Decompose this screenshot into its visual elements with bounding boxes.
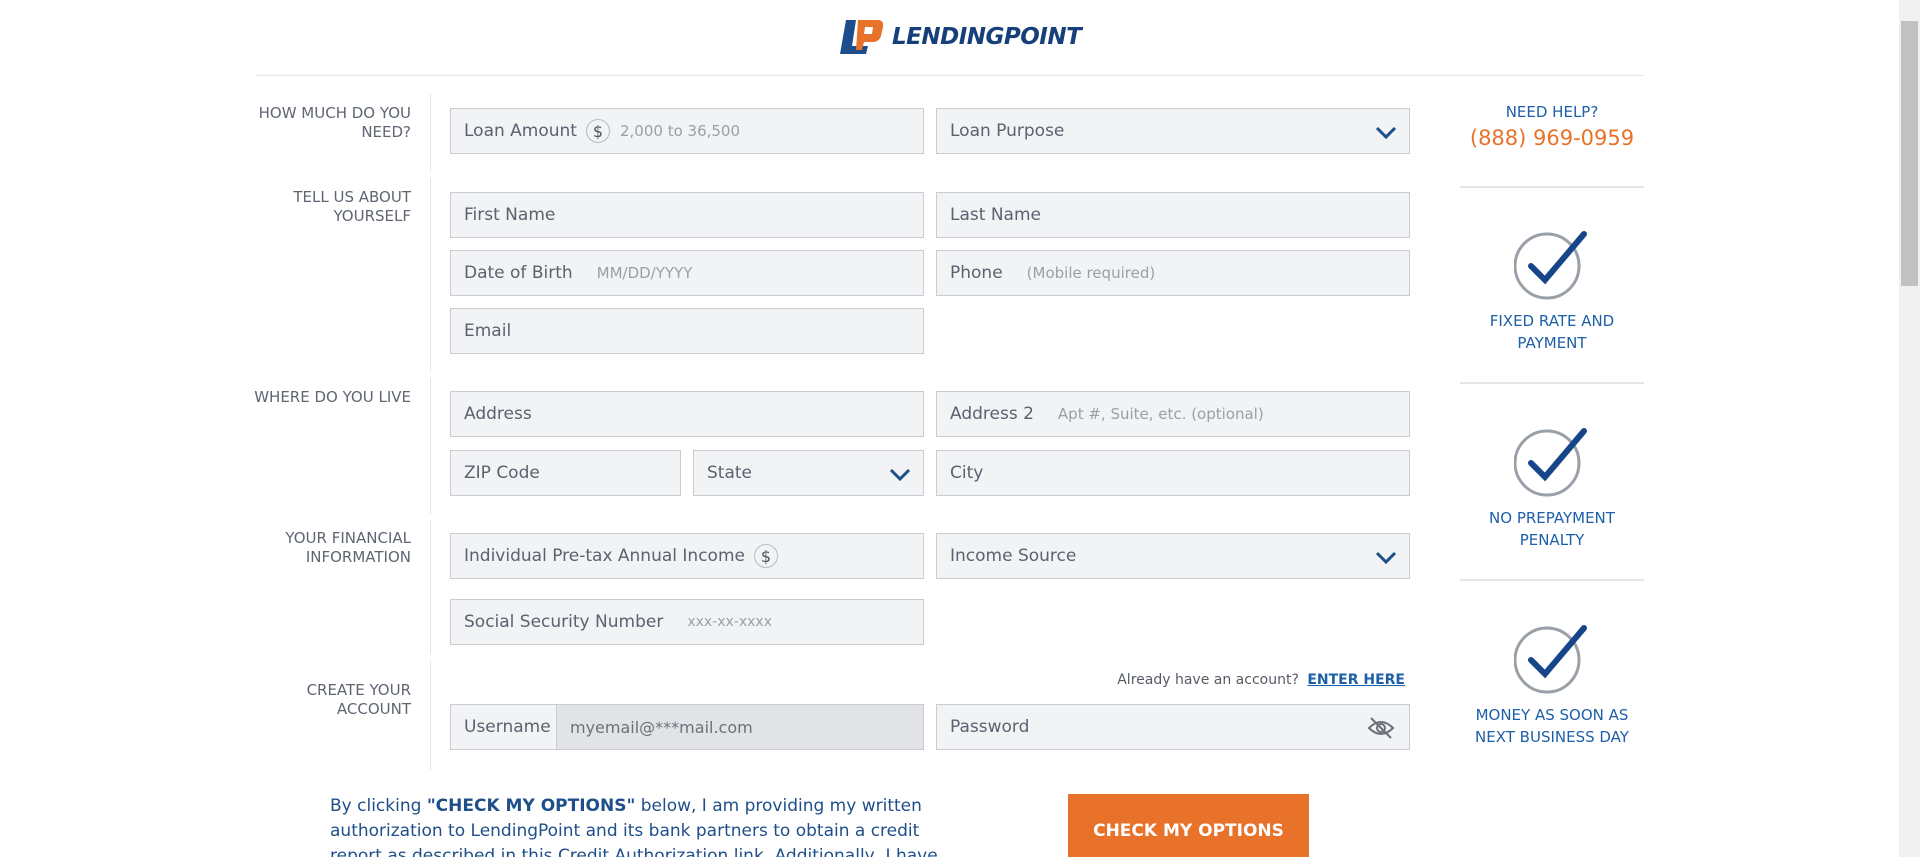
field-label: Username: [451, 705, 557, 749]
benefit-no-prepayment: NO PREPAYMENT PENALTY: [1460, 425, 1644, 551]
zip-input[interactable]: ZIP Code: [450, 450, 681, 496]
section-label-amount: HOW MUCH DO YOU NEED?: [258, 104, 411, 141]
need-help-title: NEED HELP?: [1505, 103, 1599, 121]
credit-authorization-text: By clicking "CHECK MY OPTIONS" below, I …: [330, 794, 960, 857]
email-input[interactable]: Email: [450, 308, 924, 354]
field-label: State: [707, 463, 752, 483]
benefit-label: NO PREPAYMENT PENALTY: [1489, 509, 1615, 549]
section-divider: [430, 378, 431, 514]
state-select[interactable]: State: [693, 450, 924, 496]
field-label: Income Source: [950, 546, 1077, 566]
field-label: Phone: [950, 263, 1003, 283]
check-my-options-button[interactable]: CHECK MY OPTIONS: [1068, 794, 1309, 857]
field-label: Last Name: [950, 205, 1041, 225]
sidebar-divider: [1460, 382, 1644, 384]
ssn-input[interactable]: Social Security Number xxx-xx-xxxx: [450, 599, 924, 645]
field-placeholder: xxx-xx-xxxx: [687, 614, 772, 630]
benefit-fast-money: MONEY AS SOON AS NEXT BUSINESS DAY: [1460, 622, 1644, 748]
address2-input[interactable]: Address 2 Apt #, Suite, etc. (optional): [936, 391, 1410, 437]
field-label: Email: [464, 321, 512, 341]
loan-purpose-select[interactable]: Loan Purpose: [936, 108, 1410, 154]
benefit-fixed-rate: FIXED RATE AND PAYMENT: [1460, 228, 1644, 354]
section-divider: [430, 94, 431, 172]
section-divider: [430, 178, 431, 372]
field-label: Date of Birth: [464, 263, 573, 283]
field-label: Password: [950, 717, 1030, 737]
username-field[interactable]: Username myemail@***mail.com: [450, 704, 924, 750]
income-input[interactable]: Individual Pre-tax Annual Income $: [450, 533, 924, 579]
section-label-about: TELL US ABOUT YOURSELF: [293, 188, 411, 225]
account-hint: Already have an account? ENTER HERE: [1117, 672, 1405, 688]
field-label: Loan Amount: [464, 121, 577, 141]
income-source-select[interactable]: Income Source: [936, 533, 1410, 579]
field-label: Loan Purpose: [950, 121, 1065, 141]
sidebar-divider: [1460, 579, 1644, 581]
city-input[interactable]: City: [936, 450, 1410, 496]
chevron-down-icon: [1375, 551, 1397, 565]
dollar-icon: $: [753, 544, 778, 568]
dob-input[interactable]: Date of Birth MM/DD/YYYY: [450, 250, 924, 296]
check-circle-icon: [1514, 625, 1587, 694]
dollar-icon: $: [585, 119, 610, 143]
last-name-input[interactable]: Last Name: [936, 192, 1410, 238]
field-label: Address: [464, 404, 532, 424]
benefit-label: FIXED RATE AND PAYMENT: [1489, 312, 1615, 352]
section-label-account: CREATE YOUR ACCOUNT: [306, 681, 411, 718]
field-label: Address 2: [950, 404, 1034, 424]
section-divider: [430, 660, 431, 770]
field-placeholder: Apt #, Suite, etc. (optional): [1057, 405, 1264, 423]
field-label: City: [950, 463, 984, 483]
first-name-input[interactable]: First Name: [450, 192, 924, 238]
chevron-down-icon: [1375, 126, 1397, 140]
password-input[interactable]: Password: [936, 704, 1410, 750]
enter-here-link[interactable]: ENTER HERE: [1307, 672, 1405, 688]
phone-input[interactable]: Phone (Mobile required): [936, 250, 1410, 296]
account-hint-text: Already have an account?: [1117, 672, 1299, 688]
section-label-financial: YOUR FINANCIAL INFORMATION: [285, 529, 411, 566]
field-label: First Name: [464, 205, 556, 225]
logo-icon: [840, 20, 884, 54]
section-label-live: WHERE DO YOU LIVE: [254, 388, 411, 406]
benefit-label: MONEY AS SOON AS NEXT BUSINESS DAY: [1475, 706, 1629, 746]
chevron-down-icon: [889, 468, 911, 482]
page-scrollbar[interactable]: [1899, 0, 1920, 857]
field-label: ZIP Code: [464, 463, 540, 483]
field-label: Individual Pre-tax Annual Income: [464, 546, 745, 566]
help-phone-link[interactable]: (888) 969-0959: [1460, 126, 1644, 150]
check-circle-icon: [1514, 428, 1587, 497]
username-value[interactable]: myemail@***mail.com: [557, 705, 923, 749]
field-placeholder: MM/DD/YYYY: [596, 264, 693, 282]
eye-off-icon[interactable]: [1367, 716, 1395, 740]
field-placeholder: (Mobile required): [1026, 264, 1156, 282]
field-label: Social Security Number: [464, 612, 664, 632]
sidebar-divider: [1460, 186, 1644, 188]
legal-cta-ref: "CHECK MY OPTIONS": [426, 796, 636, 816]
logo-wordmark: LENDINGPOINT: [892, 24, 1082, 50]
scrollbar-thumb[interactable]: [1901, 21, 1918, 286]
check-circle-icon: [1514, 231, 1587, 300]
section-divider: [430, 520, 431, 654]
address-input[interactable]: Address: [450, 391, 924, 437]
field-placeholder: 2,000 to 36,500: [619, 122, 741, 140]
lendingpoint-logo[interactable]: LENDINGPOINT: [838, 16, 1082, 58]
loan-amount-input[interactable]: Loan Amount $ 2,000 to 36,500: [450, 108, 924, 154]
legal-pre: By clicking: [330, 796, 427, 816]
